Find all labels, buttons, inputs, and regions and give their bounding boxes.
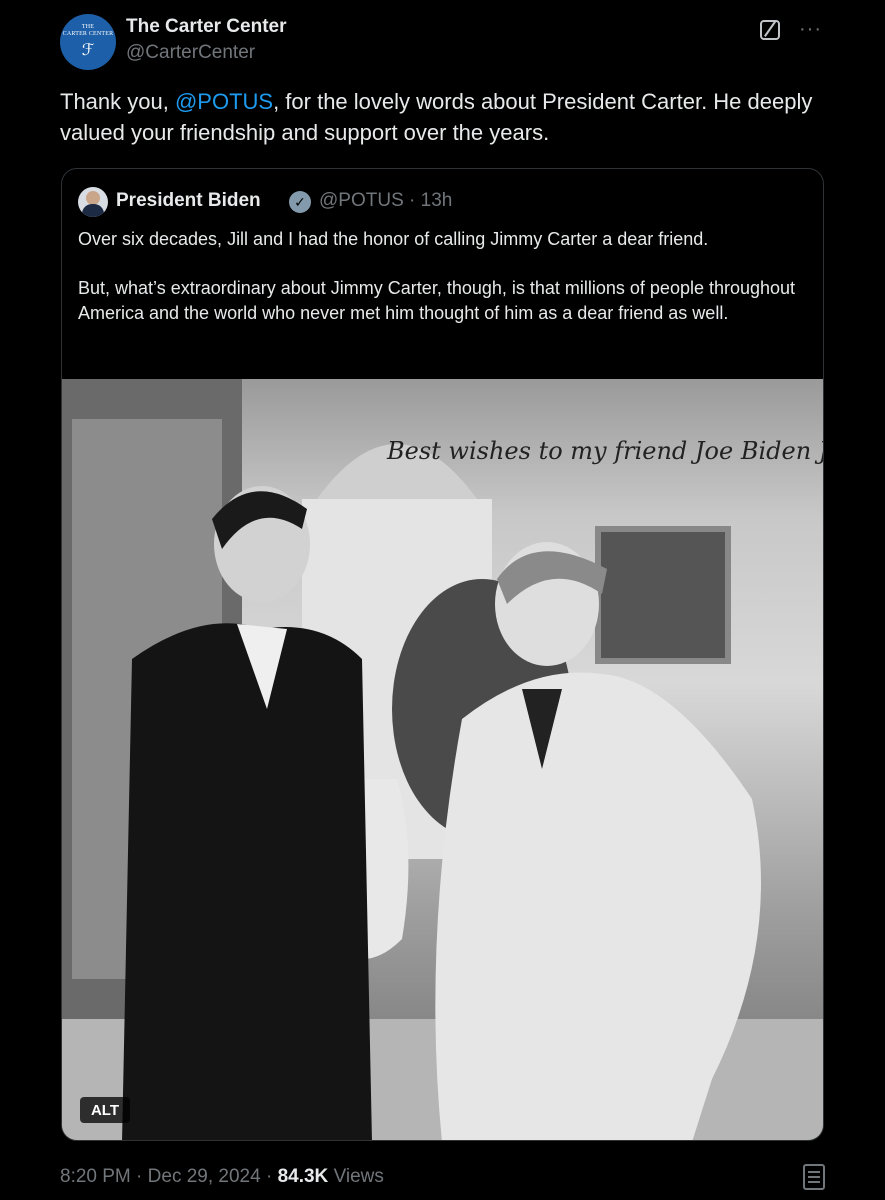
more-icon[interactable]: ··· xyxy=(799,18,822,41)
right-person-sweater xyxy=(435,672,761,1140)
tweet-time[interactable]: 8:20 PM xyxy=(60,1166,131,1187)
bookmark-icon[interactable] xyxy=(803,1164,825,1190)
avatar-face xyxy=(86,191,100,205)
tweet-date[interactable]: Dec 29, 2024 xyxy=(148,1166,261,1187)
quoted-text: Over six decades, Jill and I had the hon… xyxy=(78,227,813,350)
alt-badge[interactable]: ALT xyxy=(80,1097,130,1123)
quoted-tweet[interactable]: President Biden ✓ @POTUS · 13h Over six … xyxy=(61,168,824,1141)
quoted-paragraph-2: But, what’s extraordinary about Jimmy Ca… xyxy=(78,278,796,323)
photo-inscription: Best wishes to my friend Joe Biden Jimmy… xyxy=(386,437,824,465)
verified-badge-icon: ✓ xyxy=(289,191,311,213)
avatar-logo-text: THE CARTER CENTER xyxy=(62,24,114,37)
painting xyxy=(595,526,731,664)
author-handle[interactable]: @CarterCenter xyxy=(126,42,255,64)
quoted-tweet-header: President Biden ✓ @POTUS · 13h xyxy=(78,187,778,217)
quoted-separator: · xyxy=(409,190,416,211)
avatar-suit xyxy=(82,204,104,217)
views-count: 84.3K xyxy=(277,1166,329,1187)
tweet-header: THE CARTER CENTER ℱ The Carter Center @Ca… xyxy=(60,12,830,72)
author-display-name[interactable]: The Carter Center xyxy=(126,16,287,38)
photo-illustration: Best wishes to my friend Joe Biden Jimmy… xyxy=(62,379,824,1140)
tweet-meta: 8:20 PM · Dec 29, 2024 · 84.3K Views xyxy=(60,1166,384,1188)
meta-separator: · xyxy=(265,1166,273,1187)
tweet-text-before: Thank you, xyxy=(60,89,175,114)
quoted-handle-time: @POTUS · 13h xyxy=(319,190,452,212)
mention-link[interactable]: @POTUS xyxy=(175,89,273,114)
tweet-photo[interactable]: Best wishes to my friend Joe Biden Jimmy… xyxy=(62,379,824,1140)
views-label: Views xyxy=(333,1166,384,1187)
quoted-display-name[interactable]: President Biden xyxy=(116,190,261,212)
quoted-handle[interactable]: @POTUS xyxy=(319,190,404,211)
meta-separator: · xyxy=(136,1166,143,1187)
grok-icon[interactable] xyxy=(760,20,780,40)
tweet-text: Thank you, @POTUS, for the lovely words … xyxy=(60,86,830,148)
quoted-paragraph-1: Over six decades, Jill and I had the hon… xyxy=(78,229,709,249)
carter-center-logo-icon: ℱ xyxy=(81,42,95,59)
quoted-time[interactable]: 13h xyxy=(421,190,453,211)
left-person-suit xyxy=(122,623,372,1140)
quoted-avatar[interactable] xyxy=(78,187,108,217)
avatar[interactable]: THE CARTER CENTER ℱ xyxy=(60,14,116,70)
